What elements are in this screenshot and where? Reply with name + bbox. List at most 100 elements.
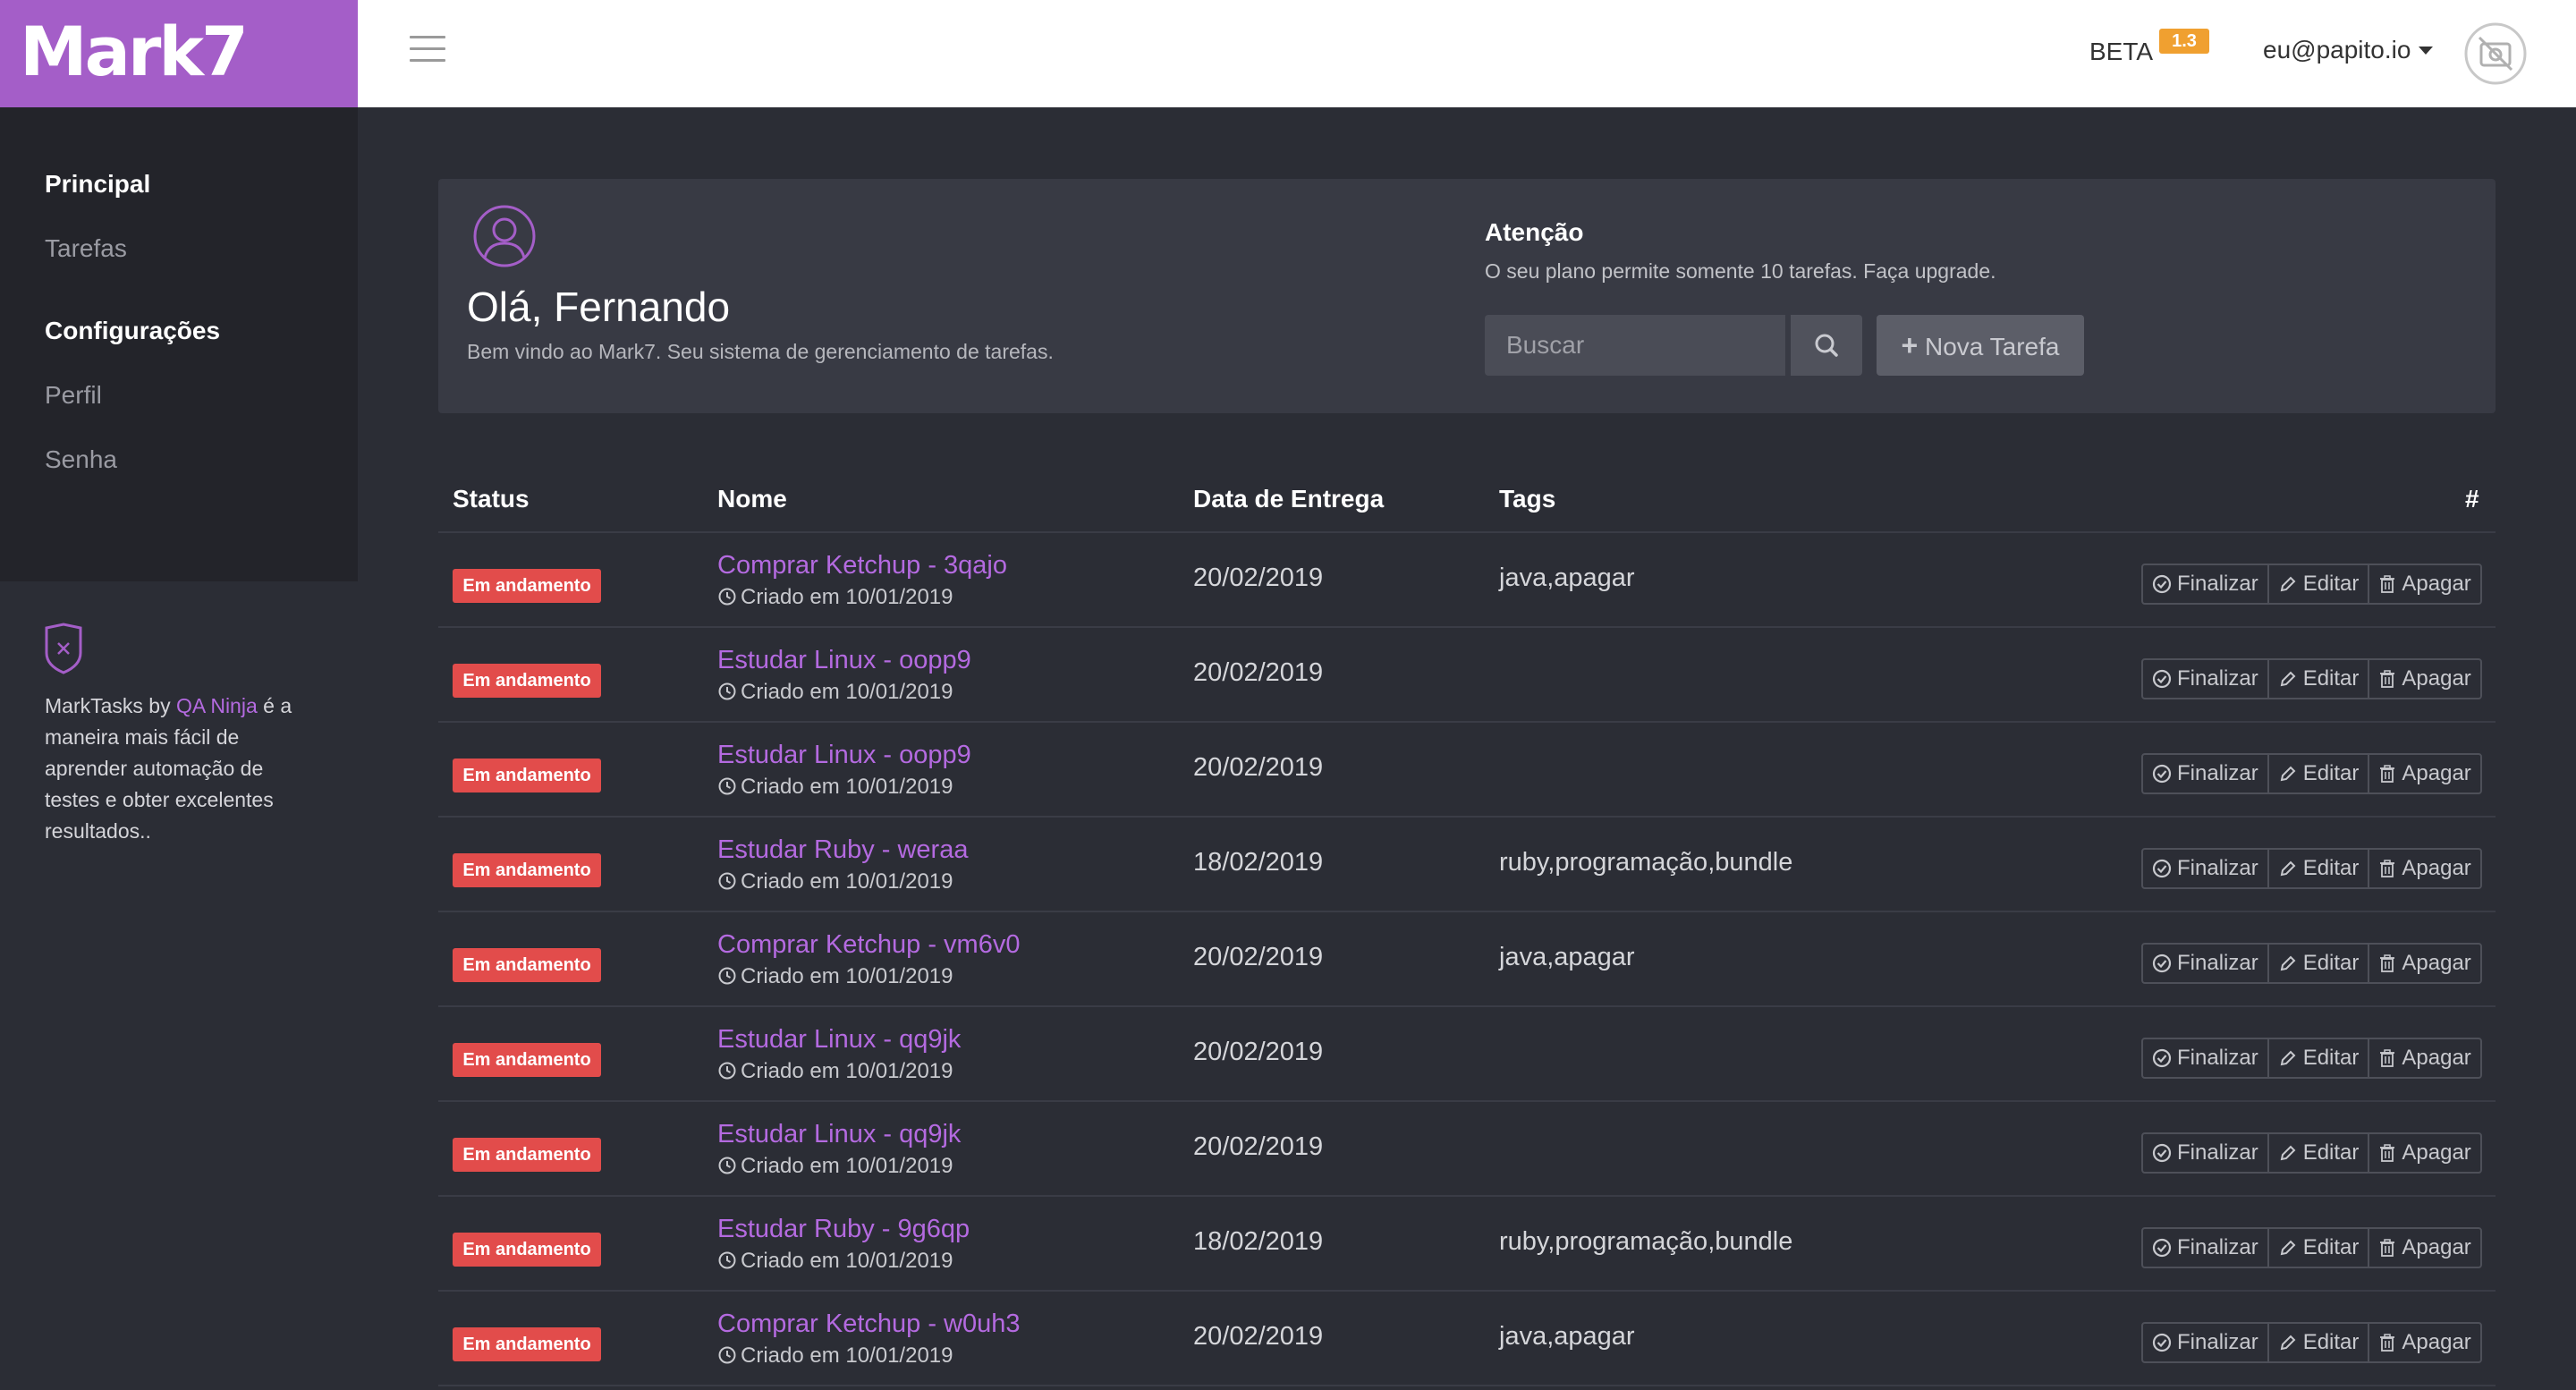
status-badge: Em andamento	[453, 759, 601, 792]
col-due-date: Data de Entrega	[1193, 485, 1385, 513]
edit-button[interactable]: Editar	[2267, 755, 2368, 792]
task-tags: java,apagar	[1499, 1322, 1635, 1351]
pencil-icon	[2280, 1050, 2296, 1066]
sidebar-item-tasks[interactable]: Tarefas	[45, 234, 127, 263]
edit-button[interactable]: Editar	[2267, 1039, 2368, 1077]
task-name-link[interactable]: Comprar Ketchup - vm6v0	[717, 930, 1020, 960]
menu-toggle-icon[interactable]	[410, 36, 445, 63]
clock-icon	[718, 1062, 736, 1080]
row-actions: Finalizar Editar Apagar	[2141, 1038, 2482, 1079]
task-created-text: Criado em 10/01/2019	[741, 1154, 953, 1178]
delete-button[interactable]: Apagar	[2368, 1229, 2479, 1267]
row-actions: Finalizar Editar Apagar	[2141, 1132, 2482, 1174]
edit-button[interactable]: Editar	[2267, 660, 2368, 698]
check-circle-icon	[2152, 764, 2172, 784]
sidebar-info-panel: MarkTasks by QA Ninja é a maneira mais f…	[0, 581, 358, 1390]
edit-button[interactable]: Editar	[2267, 945, 2368, 982]
finish-button[interactable]: Finalizar	[2143, 755, 2267, 792]
edit-button[interactable]: Editar	[2267, 1134, 2368, 1172]
finish-button[interactable]: Finalizar	[2143, 945, 2267, 982]
check-circle-icon	[2152, 1238, 2172, 1258]
table-row: Em andamento Estudar Linux - qq9jk Criado …	[438, 1102, 2496, 1197]
trash-icon	[2380, 1144, 2395, 1162]
clock-icon	[718, 777, 736, 795]
task-name-link[interactable]: Estudar Ruby - weraa	[717, 835, 968, 865]
delete-button[interactable]: Apagar	[2368, 660, 2479, 698]
finish-button[interactable]: Finalizar	[2143, 660, 2267, 698]
task-tags: ruby,programação,bundle	[1499, 1227, 1793, 1256]
table-row: Em andamento Estudar Linux - oopp9 Criado …	[438, 628, 2496, 723]
clock-icon	[718, 1251, 736, 1269]
finish-button[interactable]: Finalizar	[2143, 850, 2267, 887]
caret-down-icon[interactable]	[2419, 47, 2433, 55]
search-field[interactable]	[1485, 315, 1785, 376]
task-created: Criado em 10/01/2019	[717, 1343, 953, 1369]
task-name-link[interactable]: Comprar Ketchup - w0uh3	[717, 1309, 1021, 1339]
row-actions: Finalizar Editar Apagar	[2141, 1227, 2482, 1268]
trash-icon	[2380, 765, 2395, 783]
task-created-text: Criado em 10/01/2019	[741, 964, 953, 988]
edit-button[interactable]: Editar	[2267, 850, 2368, 887]
task-created: Criado em 10/01/2019	[717, 964, 953, 989]
task-created-text: Criado em 10/01/2019	[741, 869, 953, 894]
task-name-link[interactable]: Estudar Linux - qq9jk	[717, 1025, 961, 1055]
clock-icon	[718, 682, 736, 700]
welcome-panel: Olá, Fernando Bem vindo ao Mark7. Seu si…	[438, 179, 2496, 413]
delete-button[interactable]: Apagar	[2368, 1134, 2479, 1172]
search-button[interactable]	[1791, 315, 1862, 376]
finish-button[interactable]: Finalizar	[2143, 1039, 2267, 1077]
sidebar-item-profile[interactable]: Perfil	[45, 381, 102, 410]
task-due-date: 18/02/2019	[1193, 848, 1324, 877]
row-actions: Finalizar Editar Apagar	[2141, 943, 2482, 984]
task-name-link[interactable]: Estudar Linux - oopp9	[717, 646, 971, 675]
check-circle-icon	[2152, 1333, 2172, 1352]
task-due-date: 20/02/2019	[1193, 1322, 1324, 1351]
delete-button[interactable]: Apagar	[2368, 1324, 2479, 1361]
col-name: Nome	[717, 485, 787, 513]
sidebar-section-main: Principal	[45, 170, 151, 198]
table-row: Em andamento Comprar Ketchup - 3qajo Criad…	[438, 533, 2496, 628]
check-circle-icon	[2152, 954, 2172, 973]
task-name-link[interactable]: Estudar Linux - oopp9	[717, 741, 971, 770]
edit-button[interactable]: Editar	[2267, 565, 2368, 603]
status-badge: Em andamento	[453, 1327, 601, 1361]
greeting-title: Olá, Fernando	[467, 284, 731, 330]
finish-button[interactable]: Finalizar	[2143, 1229, 2267, 1267]
clock-icon	[718, 588, 736, 606]
edit-button[interactable]: Editar	[2267, 1229, 2368, 1267]
status-badge: Em andamento	[453, 1233, 601, 1267]
task-created: Criado em 10/01/2019	[717, 869, 953, 894]
delete-button[interactable]: Apagar	[2368, 1039, 2479, 1077]
sidebar: Principal Tarefas Configurações Perfil S…	[0, 107, 358, 1390]
delete-button[interactable]: Apagar	[2368, 945, 2479, 982]
task-name-link[interactable]: Comprar Ketchup - 3qajo	[717, 551, 1007, 581]
sidebar-info-text: MarkTasks by QA Ninja é a maneira mais f…	[45, 694, 292, 843]
finish-button[interactable]: Finalizar	[2143, 1324, 2267, 1361]
finish-button[interactable]: Finalizar	[2143, 1134, 2267, 1172]
row-actions: Finalizar Editar Apagar	[2141, 658, 2482, 699]
finish-button[interactable]: Finalizar	[2143, 565, 2267, 603]
table-row: Em andamento Comprar Ketchup - w0uh3 Criad…	[438, 1292, 2496, 1386]
task-created: Criado em 10/01/2019	[717, 775, 953, 800]
delete-button[interactable]: Apagar	[2368, 755, 2479, 792]
edit-button[interactable]: Editar	[2267, 1324, 2368, 1361]
new-task-button[interactable]: + Nova Tarefa	[1877, 315, 2084, 376]
avatar[interactable]	[2463, 21, 2528, 86]
delete-button[interactable]: Apagar	[2368, 850, 2479, 887]
pencil-icon	[2280, 766, 2296, 782]
clock-icon	[718, 1157, 736, 1174]
task-name-link[interactable]: Estudar Ruby - 9g6qp	[717, 1215, 970, 1244]
user-menu[interactable]: eu@papito.io	[2263, 36, 2411, 64]
task-created-text: Criado em 10/01/2019	[741, 1059, 953, 1083]
qa-ninja-link[interactable]: QA Ninja	[176, 694, 258, 717]
task-tags: ruby,programação,bundle	[1499, 848, 1793, 877]
task-name-link[interactable]: Estudar Linux - qq9jk	[717, 1120, 961, 1149]
search-icon	[1815, 334, 1838, 357]
new-task-label: Nova Tarefa	[1925, 333, 2060, 360]
sidebar-item-password[interactable]: Senha	[45, 445, 117, 474]
task-due-date: 20/02/2019	[1193, 1132, 1324, 1161]
logo[interactable]: Mark7	[0, 0, 358, 107]
search-input[interactable]	[1485, 315, 1785, 376]
delete-button[interactable]: Apagar	[2368, 565, 2479, 603]
task-created-text: Criado em 10/01/2019	[741, 585, 953, 609]
